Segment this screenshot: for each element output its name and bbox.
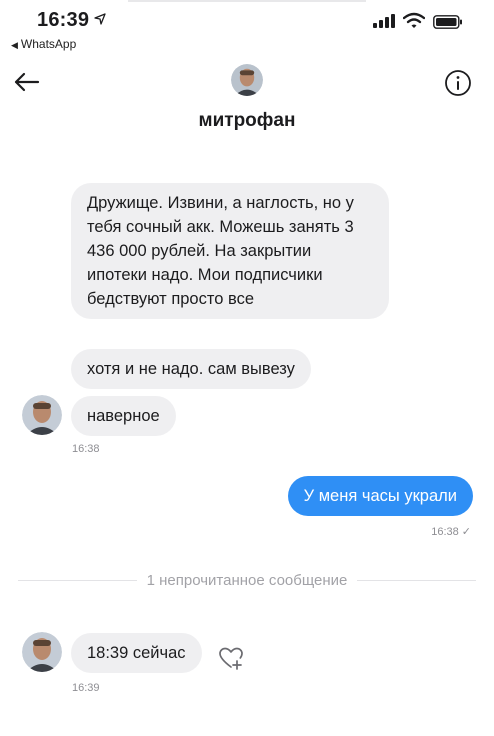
sender-avatar[interactable] [22,632,62,672]
top-edge-line [128,0,366,2]
outgoing-message[interactable]: У меня часы украли [287,476,473,516]
contact-name[interactable]: митрофан [0,110,494,132]
message-timestamp: 16:38 [72,443,100,455]
divider-line [357,580,476,581]
incoming-message[interactable]: наверное [71,396,176,436]
sent-check-icon: ✓ [461,526,471,538]
back-triangle-icon: ◀ [11,40,18,50]
heart-plus-icon[interactable] [217,645,245,671]
wifi-icon [403,12,425,28]
status-time: 16:39 [37,9,90,31]
location-arrow-icon [94,13,106,25]
back-arrow-icon[interactable] [13,70,41,94]
incoming-message[interactable]: 18:39 сейчас [71,633,202,673]
incoming-message[interactable]: Дружище. Извини, а наглость, но у тебя с… [71,183,389,319]
message-timestamp: 16:38 [431,526,459,538]
incoming-message[interactable]: хотя и не надо. сам вывезу [71,349,311,389]
signal-icon [373,14,395,28]
sender-avatar[interactable] [22,395,62,435]
unread-divider-label: 1 непрочитанное сообщение [146,572,348,589]
back-app-label: WhatsApp [20,37,77,51]
info-icon[interactable] [444,69,472,97]
divider-line [18,580,137,581]
contact-avatar[interactable] [231,64,263,96]
message-timestamp-row: 16:38 ✓ [431,525,471,538]
unread-divider: 1 непрочитанное сообщение [18,572,476,589]
battery-icon [433,15,462,29]
back-to-app-link[interactable]: ◀ WhatsApp [11,37,76,51]
message-timestamp: 16:39 [72,682,100,694]
